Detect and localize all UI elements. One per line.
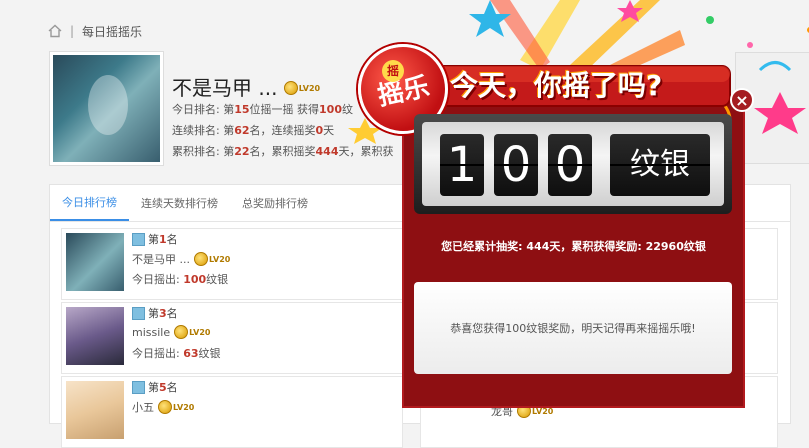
level-badge: LV20 (174, 325, 210, 339)
list-item[interactable]: 第5名 小五 LV20 (61, 376, 403, 448)
rank-output: 今日摇出: 100纹银 (132, 273, 229, 286)
reward-summary: 您已经累计抽奖: 444天，累积获得奖励: 22960纹银 (441, 240, 706, 253)
close-button[interactable]: × (730, 88, 754, 112)
breadcrumb: | 每日摇摇乐 (48, 20, 142, 42)
user-avatar[interactable] (49, 51, 164, 166)
rank-label: 第5名 (148, 381, 178, 394)
breadcrumb-separator: | (70, 24, 75, 38)
level-badge: LV20 (158, 400, 194, 414)
username[interactable]: 不是马甲 ... LV20 (172, 72, 320, 101)
avatar[interactable] (66, 307, 124, 365)
rank-output: 今日摇出: 63纹银 (132, 347, 221, 360)
reward-counter: 1 0 0 纹银 (414, 114, 732, 214)
list-item[interactable]: 第3名 missile LV20 今日摇出: 63纹银 (61, 302, 403, 374)
coin-icon (158, 400, 172, 414)
rank-username[interactable]: 小五 LV20 (132, 399, 194, 415)
today-rank-stat: 今日排名: 第15位摇一摇 获得100纹 (172, 103, 353, 116)
coin-icon (174, 325, 189, 339)
reward-message: 恭喜您获得100纹银奖励，明天记得再来摇摇乐哦! (414, 282, 732, 374)
avatar[interactable] (66, 381, 124, 439)
rank-icon (132, 233, 145, 246)
avatar[interactable] (66, 233, 124, 291)
coin-icon (194, 252, 208, 266)
coin-icon (283, 81, 298, 95)
tab-streak[interactable]: 连续天数排行榜 (129, 185, 230, 221)
counter-digit: 1 (440, 134, 484, 196)
tab-today[interactable]: 今日排行榜 (50, 185, 129, 221)
streak-rank-stat: 连续排名: 第62名，连续摇奖0天 (172, 124, 335, 137)
counter-digit: 0 (548, 134, 592, 196)
level-badge: LV20 (283, 81, 320, 95)
close-icon: × (735, 91, 749, 110)
home-icon[interactable] (48, 24, 62, 38)
tab-total[interactable]: 总奖励排行榜 (230, 185, 320, 221)
level-badge: LV20 (194, 252, 230, 266)
banner-title: 今天，你摇了吗? (450, 69, 663, 102)
list-item[interactable]: 第1名 不是马甲 ... LV20 今日摇出: 100纹银 (61, 228, 403, 300)
rank-icon (132, 381, 145, 394)
rank-username[interactable]: missile LV20 (132, 325, 210, 339)
rank-username[interactable]: 不是马甲 ... LV20 (132, 251, 230, 267)
rank-label: 第3名 (148, 307, 178, 320)
breadcrumb-current[interactable]: 每日摇摇乐 (82, 23, 142, 40)
rank-label: 第1名 (148, 233, 178, 246)
counter-digit: 0 (494, 134, 538, 196)
banner-badge-small: 摇 (382, 60, 404, 82)
counter-unit: 纹银 (610, 134, 710, 196)
rank-icon (132, 307, 145, 320)
